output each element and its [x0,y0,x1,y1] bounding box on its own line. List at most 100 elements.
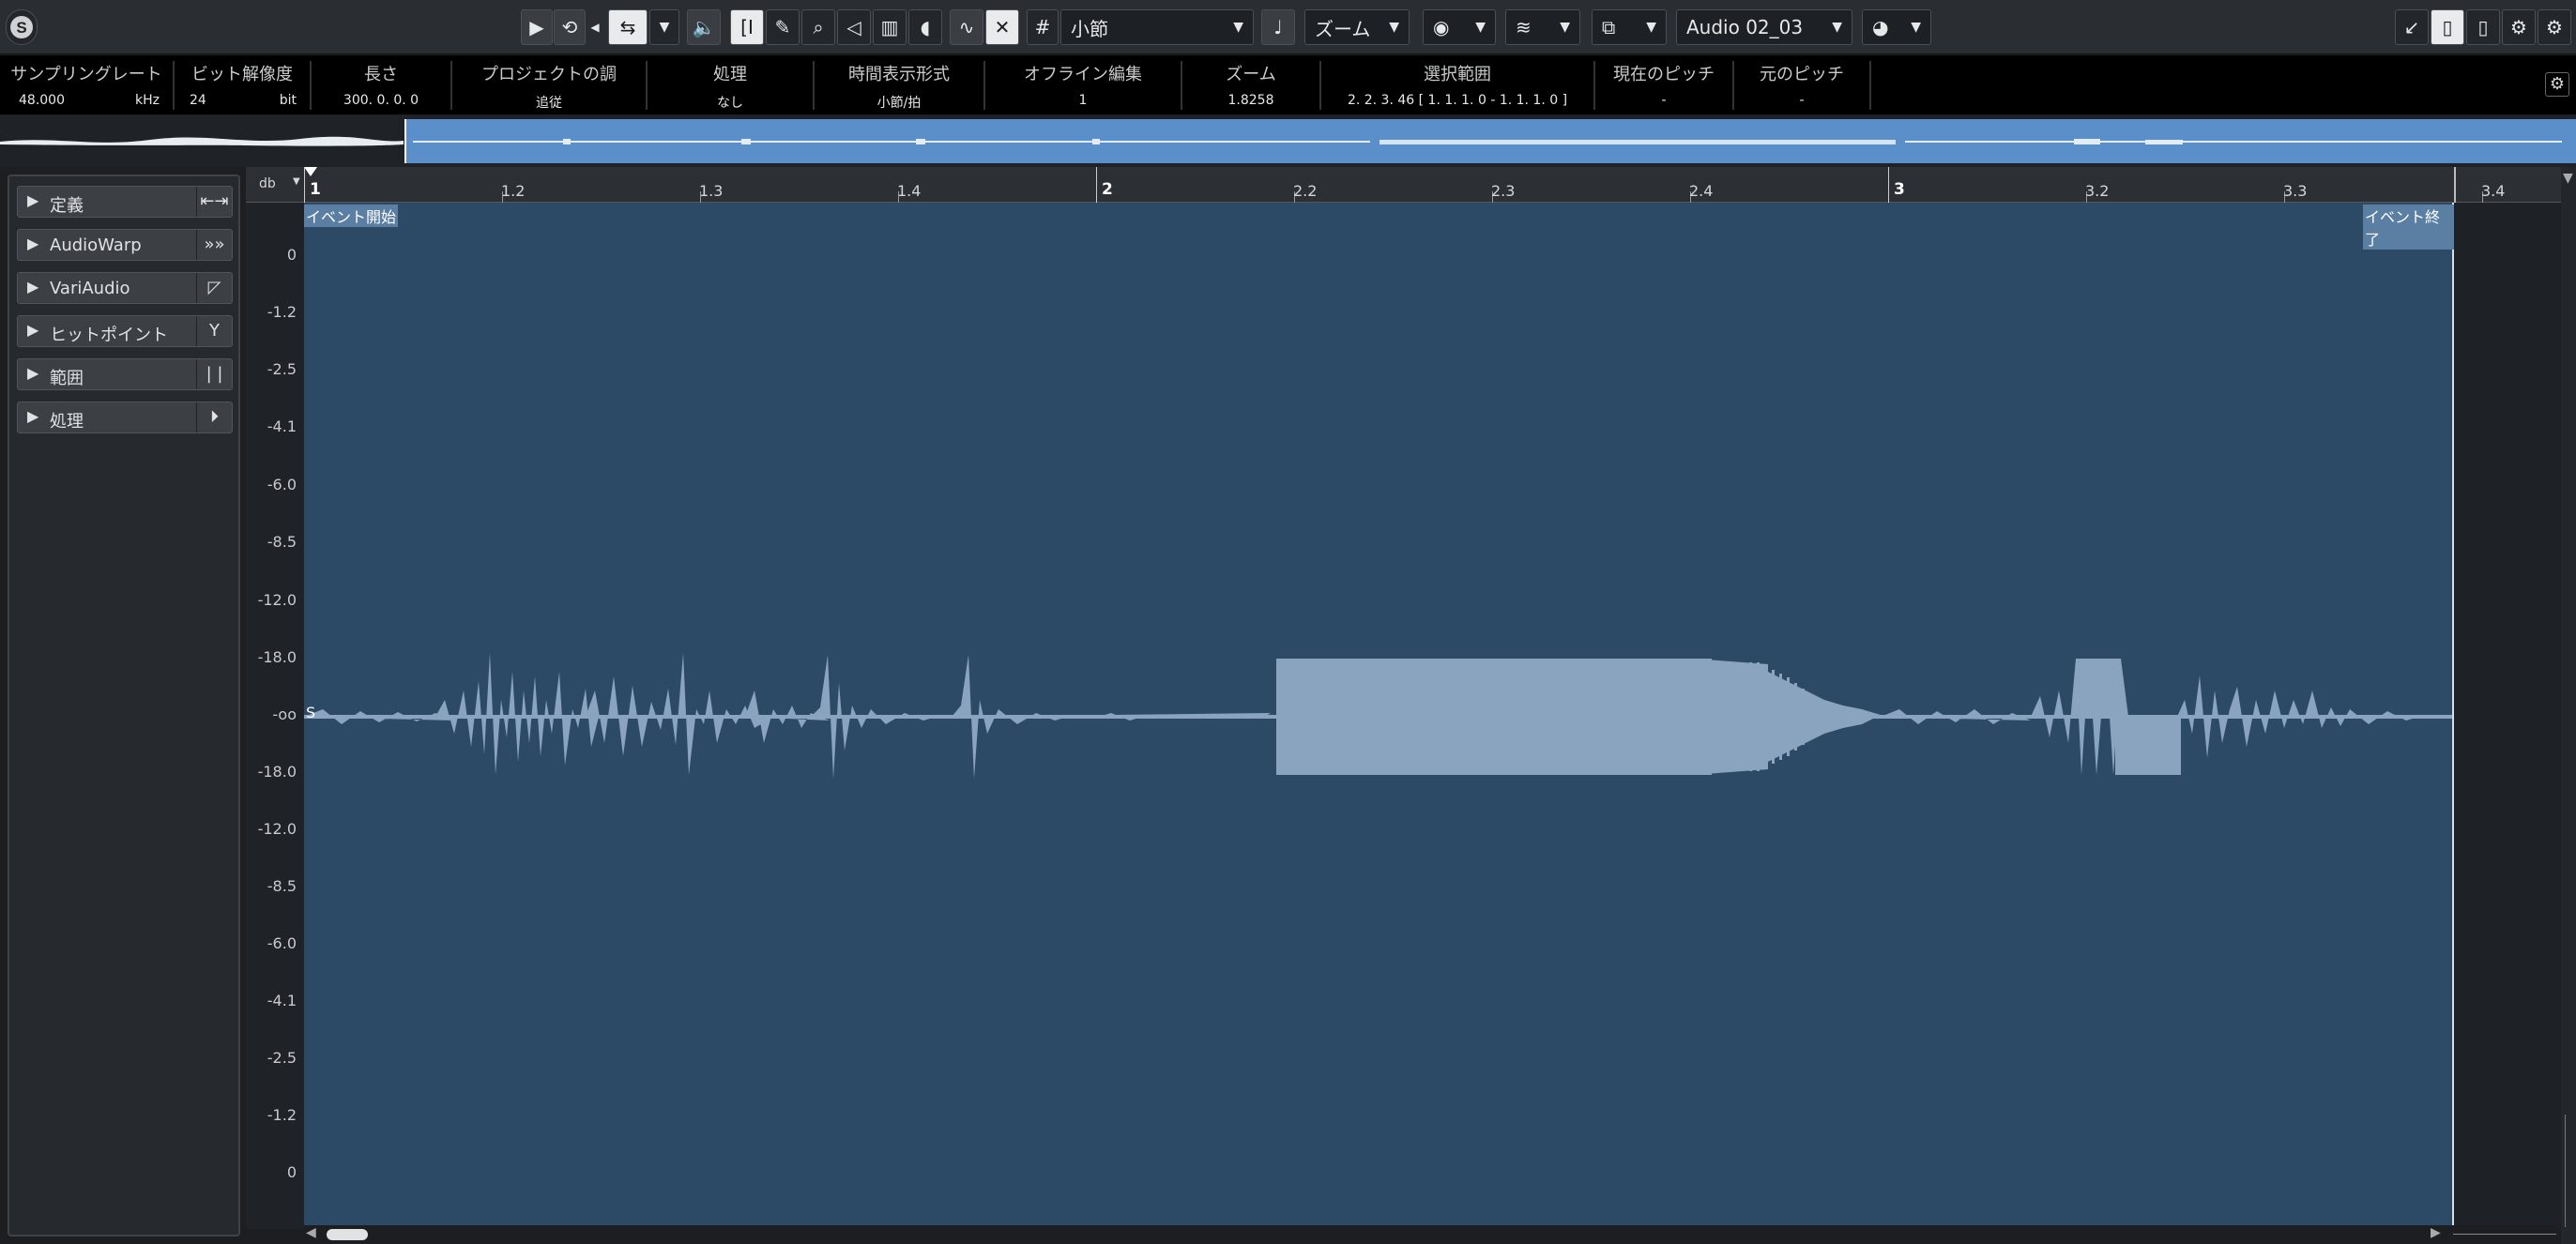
info-label: 元のピッチ [1760,65,1844,84]
zoom-select[interactable]: ズーム ▼ [1304,9,1410,45]
info-label: オフライン編集 [1024,65,1142,84]
overview-waveform-sustain [1379,140,1896,144]
variaudio-icon[interactable]: ◸ [196,273,232,303]
info-line: サンプリングレート 48.000 kHz ビット解像度 24 bit 長さ 30… [0,55,2576,114]
ruler-mark: 1 [310,180,321,199]
info-value: 1 [1078,93,1088,108]
toolbar: S ▶ ⟲ ◀ ⇆ ▼ 🔈 [Ⅰ ✎ ⌕ ◁ ▥ ◖ ∿ ✕ # 小節 ▼ ♩ ズ… [0,0,2576,54]
info-value: - [1799,93,1805,108]
auto-scroll-button[interactable]: ⇆ [608,9,648,45]
triangle-right-icon: ▶ [27,407,39,425]
section-audiowarp[interactable]: ▶ AudioWarp »» [17,229,233,261]
hitpoint-icon[interactable]: Y [196,316,232,346]
section-definition[interactable]: ▶ 定義 ⇤⇥ [17,186,233,218]
info-label: 選択範囲 [1424,65,1491,84]
scroll-thumb[interactable] [327,1229,368,1240]
info-original-pitch[interactable]: 元のピッチ - [1734,61,1871,110]
info-zoom[interactable]: ズーム 1.8258 [1182,61,1321,110]
scroll-up-icon[interactable]: ▼ [2563,171,2573,186]
horizontal-scrollbar[interactable]: ◀ ▶ [304,1225,2556,1244]
scroll-left-icon[interactable]: ◀ [306,1225,316,1240]
db-scale: 0 -1.2 -2.5 -4.1 -6.0 -8.5 -12.0 -18.0 -… [246,203,304,1229]
playhead-marker-icon[interactable] [304,167,317,176]
range-select-tool-icon[interactable]: [Ⅰ [730,9,764,45]
audiowarp-icon[interactable]: »» [196,230,232,260]
waveform [304,653,2453,779]
play-tool-icon[interactable]: ◁ [837,9,871,45]
range-icon[interactable]: | | [196,359,232,389]
db-label: -12.0 [257,820,297,838]
section-range[interactable]: ▶ 範囲 | | [17,358,233,390]
overview-line[interactable] [0,115,2576,167]
overview-waveform-start [0,136,404,146]
db-label: -8.5 [267,877,297,895]
zoom-select-value: ズーム [1315,17,1371,40]
cubase-logo-icon[interactable]: S [6,9,38,45]
ruler-mark: 1.2 [501,182,526,200]
triangle-right-icon: ▶ [27,364,39,382]
section-label: AudioWarp [50,235,142,255]
infoline-settings-icon[interactable]: ⚙ [2545,72,2569,97]
info-sample-rate[interactable]: サンプリングレート 48.000 kHz [0,61,175,110]
section-hitpoints[interactable]: ▶ ヒットポイント Y [17,315,233,347]
definition-icon[interactable]: ⇤⇥ [196,187,232,217]
section-process[interactable]: ▶ 処理 ⏵ [17,402,233,433]
auto-scroll-dropdown[interactable]: ▼ [649,9,679,45]
snap-zero-crossing-icon[interactable]: ∿ [950,9,983,45]
chevron-down-icon[interactable]: ▼ [293,176,300,187]
snap-toggle-icon[interactable]: ✕ [985,9,1019,45]
left-zone-panel: ▶ 定義 ⇤⇥ ▶ AudioWarp »» ▶ VariAudio ◸ ▶ ヒ… [8,174,240,1236]
db-label: -2.5 [267,360,297,378]
play-button[interactable]: ▶ [521,9,553,45]
snap-type-select[interactable]: 小節 ▼ [1060,9,1254,45]
right-zone-icon[interactable]: ▯ [2466,9,2500,45]
process-icon[interactable]: ⏵ [196,402,232,432]
info-label: サンプリングレート [10,65,162,84]
info-value: なし [717,96,743,111]
vertical-scrollbar[interactable]: ▼ [2561,167,2576,1244]
transport-menu-icon[interactable]: ◀ [587,9,602,45]
grid-icon[interactable]: # [1027,9,1059,45]
ruler[interactable]: db ▼ 1 1.2 1.3 1.4 2 2.2 2.3 2.4 3 3.2 3… [246,167,2576,203]
zoom-tool-icon[interactable]: ⌕ [801,9,835,45]
info-project-key[interactable]: プロジェクトの調 追従 [452,61,648,111]
info-bit-resolution[interactable]: ビット解像度 24 bit [175,61,312,110]
ruler-mark: 2.4 [1689,182,1714,200]
sustain-marker[interactable]: S [306,704,315,721]
visibility-select[interactable]: ◉ ▼ [1423,9,1496,45]
vertical-zoom-slider[interactable] [2565,1115,2572,1227]
horizontal-zoom-slider[interactable] [2453,1234,2556,1235]
db-label: -4.1 [267,417,297,435]
collapse-icon[interactable]: ↙ [2395,9,2429,45]
info-length[interactable]: 長さ 300. 0. 0. 0 [312,61,452,110]
info-label: 処理 [713,65,747,84]
chevron-down-icon: ▼ [1560,20,1570,35]
note-value-icon[interactable]: ♩ [1261,9,1295,45]
info-value: 小節/拍 [876,96,922,111]
section-variaudio[interactable]: ▶ VariAudio ◸ [17,272,233,304]
gear-icon[interactable]: ⚙ [2538,9,2571,45]
info-selection-range[interactable]: 選択範囲 2. 2. 3. 46 [ 1. 1. 1. 0 - 1. 1. 1.… [1321,61,1595,110]
ruler-mark: 1.3 [699,182,724,200]
windows-select[interactable]: ⧉ ▼ [1592,9,1667,45]
color-select[interactable]: ◕ ▼ [1862,9,1931,45]
audio-event-name: Audio 02_03 [1686,16,1804,38]
speaker-icon[interactable]: 🔈 [687,9,721,45]
db-label: -1.2 [267,303,297,321]
info-time-format[interactable]: 時間表示形式 小節/拍 [815,61,985,111]
info-processing[interactable]: 処理 なし [648,61,815,111]
layers-select[interactable]: ≋ ▼ [1505,9,1580,45]
scrub-tool-icon[interactable]: ▥ [873,9,907,45]
window-settings-icon[interactable]: ⚙ [2502,9,2536,45]
pencil-tool-icon[interactable]: ✎ [766,9,800,45]
info-current-pitch[interactable]: 現在のピッチ - [1595,61,1734,110]
left-zone-icon[interactable]: ▯ [2431,9,2464,45]
section-label: VariAudio [50,279,130,298]
waveform-display[interactable]: イベント開始 イベント終了 S [304,203,2454,1229]
info-offline-edit[interactable]: オフライン編集 1 [985,61,1182,110]
scroll-right-icon[interactable]: ▶ [2431,1225,2441,1240]
speaker-tool-icon[interactable]: ◖ [908,9,942,45]
loop-button[interactable]: ⟲ [554,9,586,45]
audio-event-select[interactable]: Audio 02_03 ▼ [1676,9,1852,45]
editor-empty-area [2454,203,2561,1229]
